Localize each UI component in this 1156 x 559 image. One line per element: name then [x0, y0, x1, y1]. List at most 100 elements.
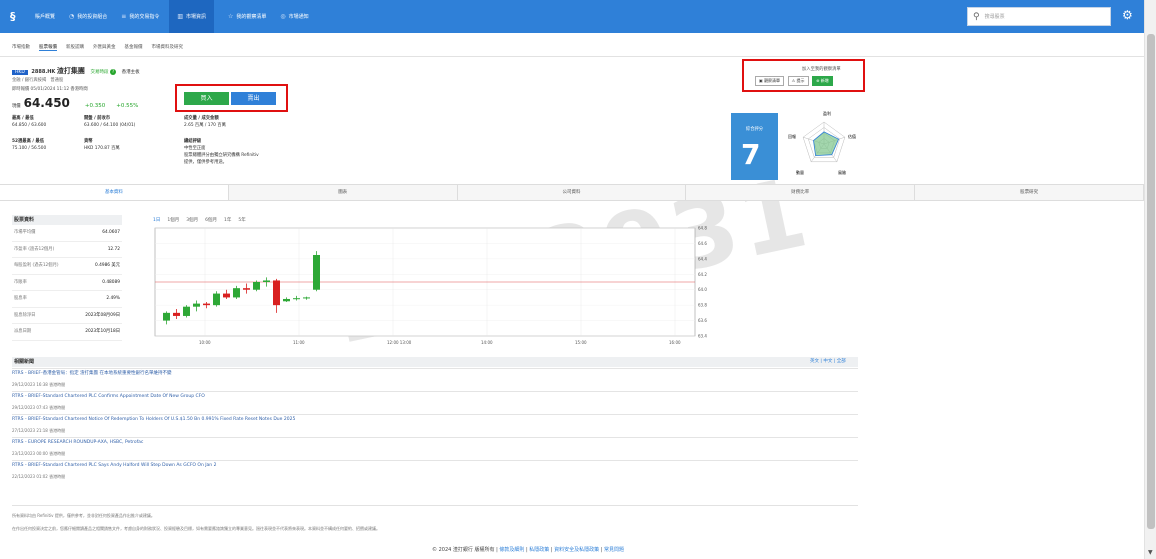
rating-line: 股票總體評分由獨立研究機構 Refinitiv — [184, 153, 259, 158]
candle-body — [313, 255, 320, 290]
subtab-research[interactable]: 市場資料及研究 — [152, 44, 184, 51]
row-label: 派息日期 — [14, 329, 32, 334]
stock-info-table: 股票資料 市場平均價 64.0607 市盈率 (過去12個月) 12.72 每股盈利… — [12, 215, 122, 341]
help-icon[interactable]: ? — [110, 69, 117, 75]
nav-item-market-info[interactable]: ▥ 市場資訊 — [169, 0, 215, 33]
candle-body — [213, 293, 220, 306]
candle-body — [223, 293, 230, 298]
candle-body — [243, 288, 250, 290]
scroll-down-icon[interactable]: ▼ — [1148, 549, 1153, 556]
table-row: 股息除淨日 2023年08月09日 — [12, 308, 122, 324]
tab-research[interactable]: 股票研究 — [915, 185, 1144, 200]
nav-item-label: 賬戶概覽 — [35, 14, 56, 20]
news-item[interactable]: RTRS - EUROPE RESEARCH ROUNDUP-AXA, HSBC… — [12, 437, 858, 447]
row-label: 股息除淨日 — [14, 312, 36, 318]
radar-label-return: 回報 — [788, 133, 796, 139]
pie-icon: ◔ — [69, 13, 75, 20]
news-item[interactable]: RTRS - BRIEF-Standard Chartered PLC Says… — [12, 460, 858, 470]
table-row: 市場平均價 64.0607 — [12, 225, 122, 242]
table-row: 市賬率 0.48089 — [12, 275, 122, 291]
nav-item-alerts[interactable]: ◎ 市場通知 — [280, 13, 308, 20]
search-icon: ⚲ — [973, 11, 980, 22]
tab-company[interactable]: 公司資料 — [457, 185, 687, 200]
tab-chart[interactable]: 圖表 — [228, 185, 458, 200]
nav-item-orders[interactable]: ≡ 我的交易指令 — [121, 13, 159, 20]
price-change: +0.350 — [84, 103, 106, 109]
star-icon: ☆ — [228, 13, 234, 20]
table-row: 股息率 2.49% — [12, 291, 122, 308]
x-tick-label: 16:00 — [669, 340, 681, 345]
exchange-badge: HKD — [12, 70, 28, 75]
score-card: 綜合評分 7 — [731, 113, 778, 180]
news-item[interactable]: RTRS - BRIEF-香港金管局：指定 渣打集團 在本地系統重要性銀行名單維… — [12, 368, 858, 378]
period-1y[interactable]: 1年 — [224, 217, 231, 223]
radar-label-earnings: 盈利 — [823, 110, 831, 116]
buy-button[interactable]: 買入 — [184, 92, 229, 105]
period-3m[interactable]: 3個月 — [186, 217, 198, 223]
subtab-ipo[interactable]: 新股認購 — [66, 44, 84, 51]
nav-item-label: 我的交易指令 — [129, 14, 160, 20]
news-list: RTRS - BRIEF-香港金管局：指定 渣打集團 在本地系統重要性銀行名單維… — [12, 368, 858, 483]
radar-label-risk: 風險 — [838, 169, 846, 175]
y-tick-label: 64.2 — [698, 272, 707, 277]
nav-item-overview[interactable]: 賬戶概覽 — [35, 13, 55, 20]
footer-link-privacy[interactable]: 私隱政策 — [529, 547, 549, 553]
watchlist-button-label: 觀察清單 — [764, 78, 781, 83]
radar-label-momentum: 動量 — [796, 169, 804, 175]
period-1d[interactable]: 1日 — [153, 217, 160, 223]
nav-item-portfolio[interactable]: ◔ 我的投資組合 — [69, 13, 107, 20]
disclaimer-1: 所有資料均由 Refinitiv 提供，僅供參考，並非對任何投資產品作出推介或建… — [12, 513, 155, 518]
nav-item-watchlist[interactable]: ☆ 我的觀察清單 — [228, 13, 266, 20]
sub-tabs: 市場指數 股票報價 新股認購 外匯與黃金 基金報價 市場資料及研究 — [12, 44, 183, 51]
news-item[interactable]: RTRS - BRIEF-Standard Chartered Notice O… — [12, 414, 858, 424]
news-date: 29/12/2023 07:43 香港時間 — [12, 405, 66, 410]
scrollbar[interactable]: ▼ — [1144, 0, 1156, 559]
gear-icon[interactable]: ⚙ — [1122, 8, 1133, 22]
subtab-stock-quote[interactable]: 股票報價 — [39, 44, 57, 51]
candle-body — [233, 288, 240, 298]
open-prev-value: 63.600 / 64.100 (04/01) — [84, 123, 136, 128]
row-value: 64.0607 — [102, 230, 120, 235]
period-1m[interactable]: 1個月 — [167, 217, 179, 223]
trading-status: 交易時段 — [90, 70, 109, 75]
bank-logo-icon[interactable]: § — [10, 10, 21, 23]
stock-name: 渣打集團 — [56, 67, 85, 75]
alert-button[interactable]: ⚠ 提示 — [787, 76, 809, 86]
y-tick-label: 63.6 — [698, 318, 707, 323]
add-button[interactable]: ⊕ 新增 — [812, 76, 833, 86]
rating-line: 中性至正面 — [184, 146, 206, 151]
week52: 52週最高 / 最低 75.100 / 56.500 — [12, 138, 46, 152]
open-prev: 開盤 / 前收市 63.600 / 64.100 (04/01) — [84, 115, 135, 129]
subtab-fund[interactable]: 基金報價 — [125, 44, 143, 51]
period-6m[interactable]: 6個月 — [205, 217, 217, 223]
stock-info-header: 股票資料 — [12, 215, 122, 225]
tab-ratios[interactable]: 財務比率 — [686, 185, 916, 200]
news-date: 27/12/2023 21:18 香港時間 — [12, 428, 66, 433]
period-5y[interactable]: 5年 — [238, 217, 245, 223]
news-item[interactable]: RTRS - BRIEF-Standard Chartered PLC Conf… — [12, 391, 858, 401]
tab-basic[interactable]: 基本資料 — [0, 185, 229, 200]
market-board: 香港主板 — [121, 70, 140, 75]
y-tick-label: 63.8 — [698, 303, 707, 308]
week52-label: 52週最高 / 最低 — [12, 139, 45, 144]
y-tick-label: 64.4 — [698, 256, 707, 261]
x-tick-label: 14:00 — [481, 340, 493, 345]
news-language-filter[interactable]: 英文 | 中文 | 全部 — [810, 358, 846, 364]
watchlist-button[interactable]: ▣ 觀察清單 — [755, 76, 785, 86]
quote-time: 即時報價 05/01/2024 11:12 香港時間 — [12, 87, 88, 92]
sell-button[interactable]: 賣出 — [231, 92, 276, 105]
scrollbar-thumb[interactable] — [1147, 34, 1155, 529]
footer-link-security[interactable]: 資料安全及私隱政策 — [554, 547, 599, 553]
watchlist-title: 加入至我的觀察清單 — [802, 67, 841, 72]
row-value: 0.4986 美元 — [95, 263, 120, 268]
share-type: 普通股 — [50, 78, 64, 83]
subtab-fx-gold[interactable]: 外匯與黃金 — [93, 44, 116, 51]
candle-body — [273, 280, 280, 306]
search-input[interactable]: ⚲ 搜尋股票 — [967, 7, 1111, 26]
footer-link-faq[interactable]: 常見問題 — [604, 547, 624, 553]
footer-link-terms[interactable]: 條款及細則 — [499, 547, 524, 553]
detail-tabs: 基本資料 圖表 公司資料 財務比率 股票研究 — [0, 184, 1144, 201]
nav-item-label: 我的觀察清單 — [236, 14, 267, 20]
subtab-indices[interactable]: 市場指數 — [12, 44, 30, 51]
high-low-value: 64.850 / 63.600 — [12, 123, 47, 128]
